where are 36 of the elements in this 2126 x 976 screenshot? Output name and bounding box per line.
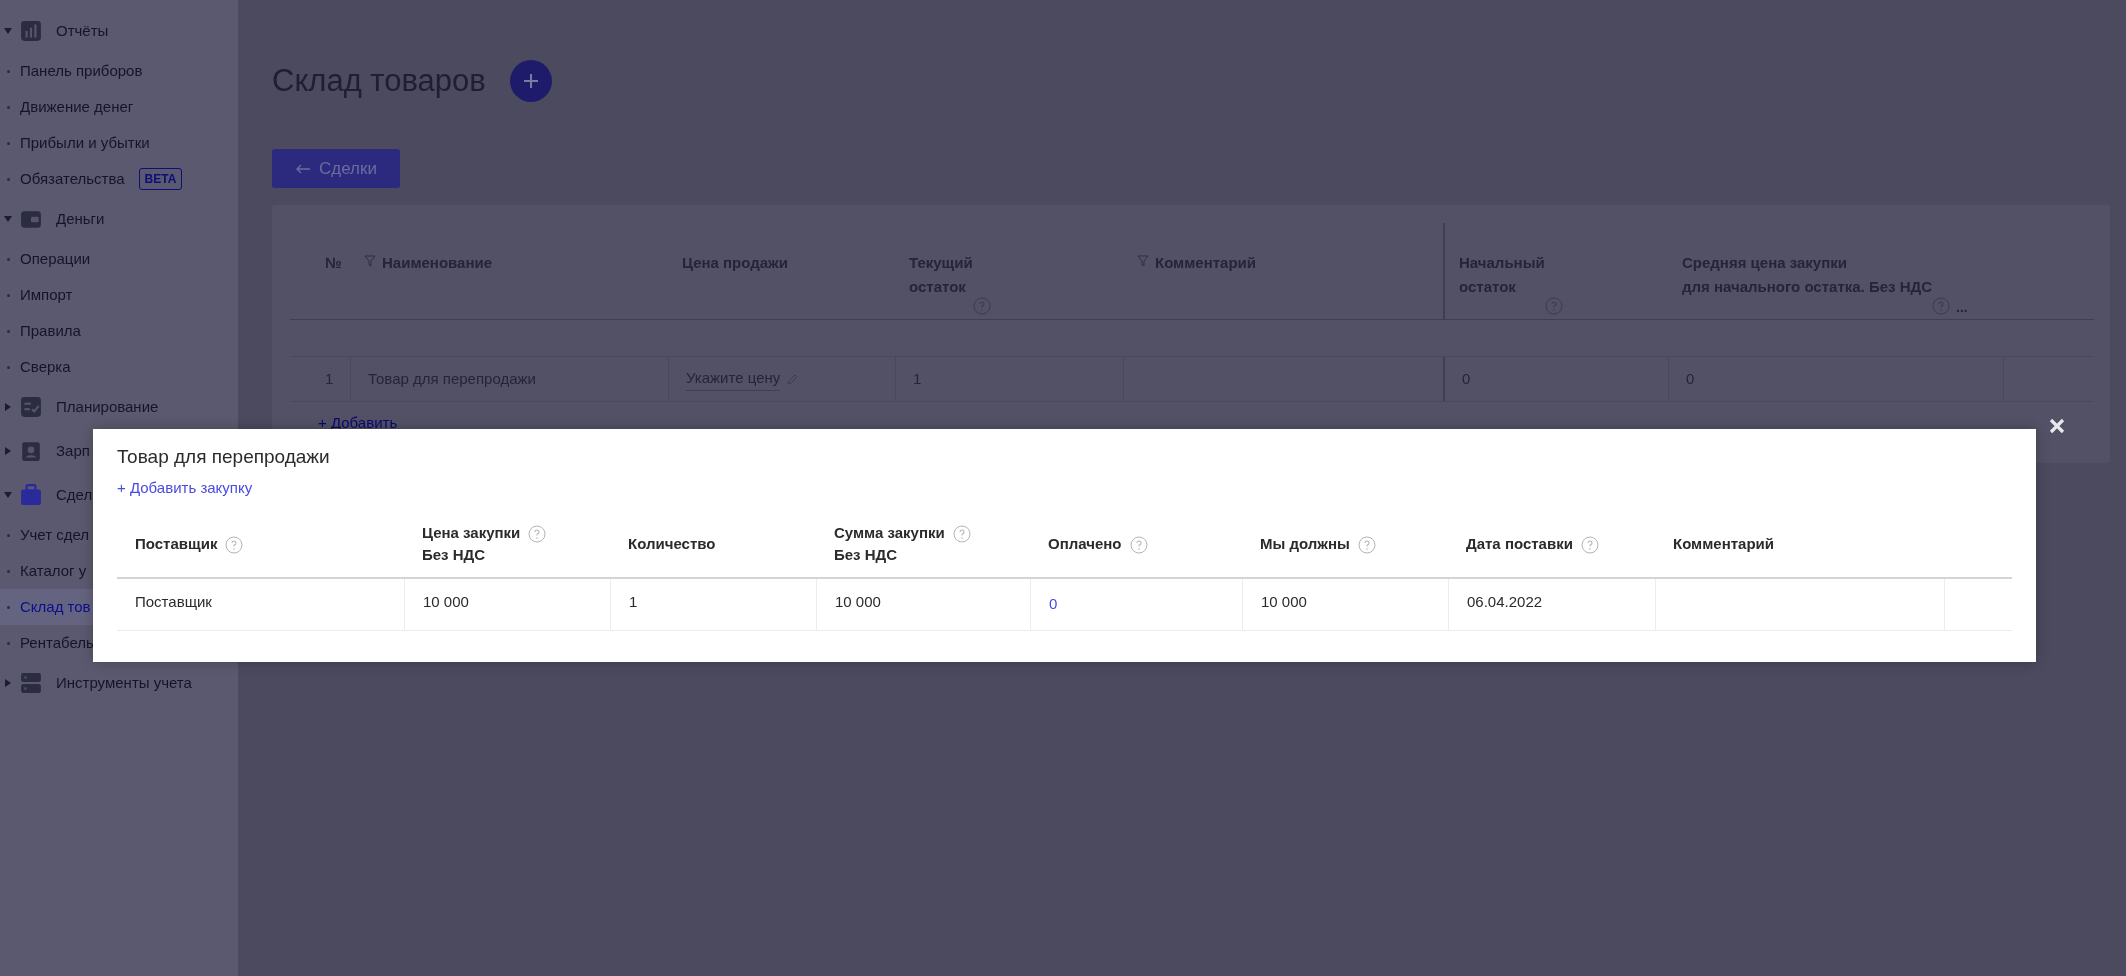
beta-badge: BETA xyxy=(138,168,183,190)
cell-text: 10 000 xyxy=(835,591,881,612)
item-label: Движение денег xyxy=(20,96,134,117)
modal-title: Товар для перепродажи xyxy=(117,445,331,469)
cell-text: Поставщик xyxy=(135,591,212,612)
item-label: Импорт xyxy=(20,284,73,305)
column-header: Сумма закупки Без НДС xyxy=(834,523,945,565)
column-header: Оплачено xyxy=(1048,534,1122,554)
column-header: № xyxy=(325,253,342,273)
group-label: Отчёты xyxy=(56,20,109,41)
item-label: Учет сдел xyxy=(20,524,90,545)
item-label: Рентабель xyxy=(20,632,94,653)
item-label: Сверка xyxy=(20,356,71,377)
column-header: Мы должны xyxy=(1260,534,1350,554)
item-label: Операции xyxy=(20,248,91,269)
column-header: Поставщик xyxy=(135,534,218,554)
cell-text: 1 xyxy=(629,591,638,612)
item-label: Правила xyxy=(20,320,81,341)
item-label: Каталог у xyxy=(20,560,87,581)
more-text: ... xyxy=(1956,298,1968,317)
group-label: Зарп xyxy=(56,440,90,461)
item-label: Прибыли и убытки xyxy=(20,132,150,153)
item-label: Обязательства xyxy=(20,168,125,189)
item-label: Склад тов xyxy=(20,596,91,617)
cell-text: 10 000 xyxy=(1261,591,1307,612)
cell-text: 10 000 xyxy=(423,591,469,612)
group-label: Планирование xyxy=(56,396,159,417)
column-header: Цена закупки Без НДС xyxy=(422,523,521,565)
column-header: Количество xyxy=(628,534,716,554)
group-label: Инструменты учета xyxy=(56,672,192,693)
group-label: Сдел xyxy=(56,484,93,505)
column-header: Комментарий xyxy=(1673,534,1774,554)
group-label: Деньги xyxy=(56,208,105,229)
item-label: Панель приборов xyxy=(20,60,143,81)
cell-text: 06.04.2022 xyxy=(1467,591,1543,612)
column-header: Дата поставки xyxy=(1466,534,1573,554)
